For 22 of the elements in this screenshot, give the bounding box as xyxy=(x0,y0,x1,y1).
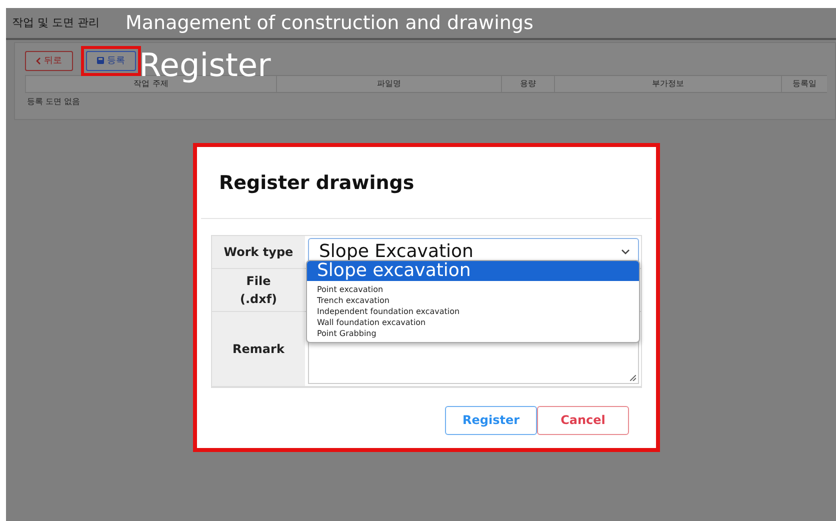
field-label: File (.dxf) xyxy=(238,272,278,308)
page-title: 작업 및 도면 관리 xyxy=(12,14,100,31)
chevron-left-icon xyxy=(36,56,41,65)
dropdown-option[interactable]: Wall foundation excavation xyxy=(307,317,639,328)
field-label: Work type xyxy=(222,244,294,261)
column-header: 파일명 xyxy=(276,76,501,92)
column-header: 용량 xyxy=(501,76,554,92)
dropdown-option[interactable]: Point excavation xyxy=(307,284,639,295)
dropdown-option[interactable]: Slope excavation xyxy=(307,261,639,281)
chevron-down-icon xyxy=(621,248,630,254)
field-label: Remark xyxy=(232,340,286,358)
save-icon xyxy=(96,57,104,64)
cancel-button[interactable]: Cancel xyxy=(537,406,629,434)
dialog-title: Register drawings xyxy=(219,171,416,196)
column-header: 부가정보 xyxy=(554,76,781,92)
dropdown-option[interactable]: Independent foundation excavation xyxy=(307,306,639,317)
dropdown-option[interactable]: Point Grabbing xyxy=(307,328,639,339)
resize-handle-icon xyxy=(630,374,636,380)
dropdown-option[interactable]: Trench excavation xyxy=(307,295,639,306)
empty-message: 등록 도면 없음 xyxy=(26,96,82,108)
caption: Management of construction and drawings xyxy=(126,10,534,36)
column-header: 등록일 xyxy=(781,76,827,92)
